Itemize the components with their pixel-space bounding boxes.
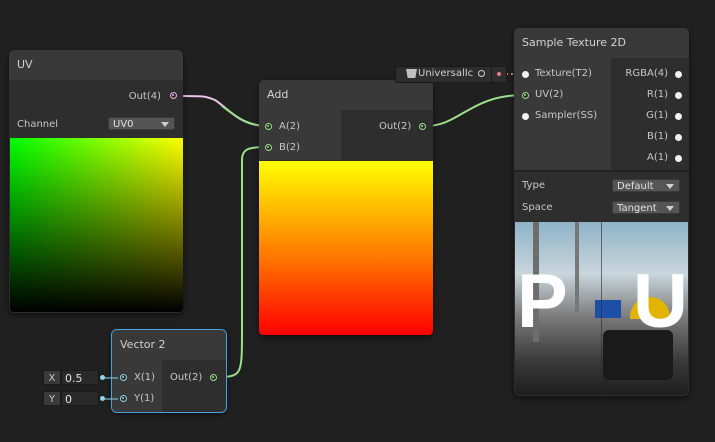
sample-space-value: Tangent (617, 203, 657, 214)
sample-out-a-label: A(1) (646, 152, 668, 163)
sample-space-dropdown[interactable]: Tangent (612, 201, 680, 214)
target-icon[interactable] (478, 70, 485, 77)
vector2-input-column (112, 360, 162, 412)
preview-letter-p: P (517, 259, 568, 344)
chevron-down-icon (161, 122, 169, 127)
sample-out-r-label: R(1) (646, 89, 668, 100)
uv-out-port[interactable] (170, 92, 177, 99)
preview-blue-panel (595, 300, 621, 318)
preview-scaffold-2 (575, 222, 579, 312)
vector2-y-port[interactable] (120, 395, 127, 402)
vector2-x-field[interactable]: 0.5 (61, 370, 99, 385)
add-in-a-label: A(2) (279, 121, 301, 132)
sample-type-label: Type (522, 180, 545, 191)
texture-input-label: UniversalIc (418, 68, 474, 79)
sample-out-b-label: B(1) (646, 131, 668, 142)
vector2-y-label: Y(1) (134, 393, 155, 404)
vector2-out-port[interactable] (210, 374, 217, 381)
vector2-y-field[interactable]: 0 (61, 391, 99, 406)
vector2-x-connector-line (104, 377, 118, 379)
sample-out-a-port[interactable] (675, 155, 682, 162)
texture-connector-dot (497, 72, 501, 76)
sample-in-texture-label: Texture(T2) (535, 68, 592, 79)
chevron-down-icon (666, 184, 674, 189)
uv-out-label: Out(4) (128, 91, 161, 102)
add-node-title[interactable]: Add (259, 80, 433, 110)
wire-uv-to-add-a (177, 95, 269, 127)
uv-node-title[interactable]: UV (9, 50, 183, 80)
sample-texture-preview: P U (515, 222, 688, 395)
vector2-x-field-label: X (43, 370, 61, 385)
sample-node-divider (514, 170, 689, 172)
add-in-b-port[interactable] (265, 144, 272, 151)
vector2-out-label: Out(2) (170, 372, 203, 383)
sample-space-label: Space (522, 202, 553, 213)
uv-channel-label: Channel (17, 119, 59, 130)
add-out-label: Out(2) (379, 121, 412, 132)
uv-channel-value: UV0 (113, 119, 134, 130)
vector2-node[interactable]: Vector 2 X(1) Y(1) Out(2) (111, 329, 227, 413)
sample-in-sampler-port[interactable] (522, 113, 529, 120)
sample-out-rgba-label: RGBA(4) (625, 68, 668, 79)
chevron-down-icon (666, 206, 674, 211)
add-out-port[interactable] (419, 123, 426, 130)
add-preview (259, 161, 433, 335)
sample-out-r-port[interactable] (675, 92, 682, 99)
sample-type-value: Default (617, 181, 654, 192)
sample-in-uv-label: UV(2) (535, 89, 564, 100)
sample-out-rgba-port[interactable] (675, 71, 682, 78)
sample-out-g-label: G(1) (646, 110, 668, 121)
sample-in-uv-port[interactable] (522, 92, 529, 99)
uv-channel-dropdown[interactable]: UV0 (108, 117, 175, 130)
texture-icon (406, 69, 417, 78)
vector2-x-port[interactable] (120, 374, 127, 381)
vector2-x-label: X(1) (134, 372, 156, 383)
preview-divider (601, 222, 602, 395)
sample-type-dropdown[interactable]: Default (612, 179, 680, 192)
vector2-node-title[interactable]: Vector 2 (112, 330, 226, 360)
sample-out-g-port[interactable] (675, 113, 682, 120)
add-node[interactable]: Add A(2) B(2) Out(2) (259, 80, 433, 335)
sample-in-sampler-label: Sampler(SS) (535, 110, 598, 121)
vector2-y-field-label: Y (43, 391, 61, 406)
preview-letter-u: U (633, 259, 688, 344)
wire-add-to-sample-uv (425, 94, 525, 127)
vector2-y-connector-line (104, 398, 118, 400)
sample-texture-title[interactable]: Sample Texture 2D (514, 28, 689, 58)
add-in-b-label: B(2) (279, 142, 301, 153)
sample-in-texture-port[interactable] (522, 71, 529, 78)
texture-input-connector[interactable] (491, 66, 507, 83)
sample-texture-node[interactable]: Sample Texture 2D Texture(T2) UV(2) Samp… (514, 28, 689, 396)
add-in-a-port[interactable] (265, 123, 272, 130)
texture-input-pill[interactable]: UniversalIc (395, 66, 493, 83)
uv-node[interactable]: UV Out(4) Channel UV0 (9, 50, 183, 313)
sample-out-b-port[interactable] (675, 134, 682, 141)
